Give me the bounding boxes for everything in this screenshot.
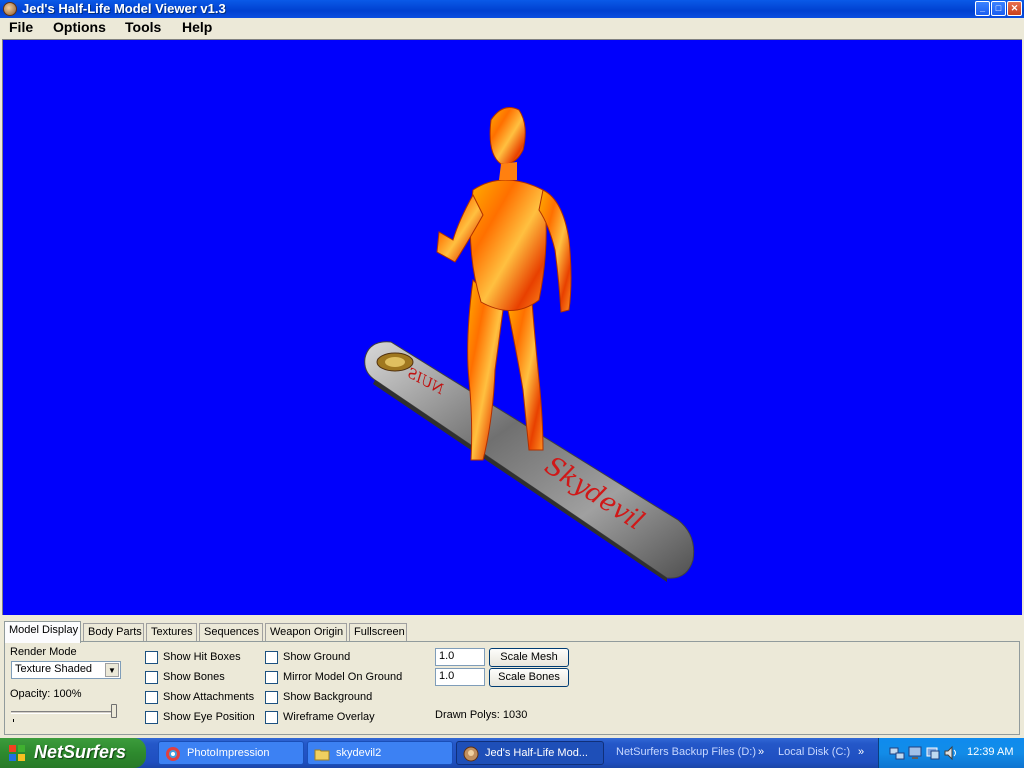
- render-mode-select[interactable]: Texture Shaded ▼: [11, 661, 121, 679]
- network-icon[interactable]: [907, 745, 923, 761]
- tab-model-display[interactable]: Model Display: [4, 621, 81, 643]
- quick-link-backup[interactable]: NetSurfers Backup Files (D:): [616, 746, 756, 758]
- app-window: Jed's Half-Life Model Viewer v1.3 _ □ ✕ …: [0, 0, 1024, 738]
- chevron-down-icon[interactable]: ▼: [105, 663, 119, 677]
- quick-link-local-disk[interactable]: Local Disk (C:): [778, 746, 850, 758]
- wireframe-overlay-label: Wireframe Overlay: [283, 711, 375, 723]
- close-button[interactable]: ✕: [1007, 1, 1022, 16]
- tab-fullscreen[interactable]: Fullscreen: [349, 623, 407, 642]
- show-bones-checkbox[interactable]: [145, 671, 158, 684]
- tab-sequences[interactable]: Sequences: [199, 623, 263, 642]
- scale-bones-button[interactable]: Scale Bones: [489, 668, 569, 687]
- scale-mesh-button[interactable]: Scale Mesh: [489, 648, 569, 667]
- model-render: NUIS Skydevil: [364, 107, 695, 582]
- opacity-label: Opacity: 100%: [10, 688, 82, 700]
- task-photoimpression[interactable]: PhotoImpression: [158, 741, 304, 765]
- show-ground-checkbox[interactable]: [265, 651, 278, 664]
- minimize-button[interactable]: _: [975, 1, 990, 16]
- scale-bones-input[interactable]: 1.0: [435, 668, 485, 686]
- opacity-slider-thumb[interactable]: [111, 704, 117, 718]
- scale-mesh-input[interactable]: 1.0: [435, 648, 485, 666]
- task-label: Jed's Half-Life Mod...: [485, 747, 588, 759]
- title-bar[interactable]: Jed's Half-Life Model Viewer v1.3 _ □ ✕: [0, 0, 1024, 18]
- show-ground-label: Show Ground: [283, 651, 351, 663]
- show-bones-label: Show Bones: [163, 671, 225, 683]
- model-viewport[interactable]: NUIS Skydevil: [2, 39, 1022, 615]
- show-background-label: Show Background: [283, 691, 373, 703]
- task-model-viewer[interactable]: Jed's Half-Life Mod...: [456, 741, 604, 765]
- menu-help[interactable]: Help: [182, 19, 212, 35]
- menu-tools[interactable]: Tools: [125, 19, 161, 35]
- monitor-icon[interactable]: [925, 745, 941, 761]
- photoimpression-icon: [166, 747, 180, 761]
- taskbar: NetSurfers PhotoImpression skydevil2 Jed…: [0, 738, 1024, 768]
- mirror-model-checkbox[interactable]: [265, 671, 278, 684]
- model-display-page: Render Mode Texture Shaded ▼ Opacity: 10…: [4, 641, 1020, 735]
- menu-bar: File Options Tools Help: [0, 18, 1024, 38]
- model-viewer-icon: [463, 746, 479, 762]
- start-button[interactable]: NetSurfers: [0, 738, 146, 768]
- tab-weapon-origin[interactable]: Weapon Origin: [265, 623, 347, 642]
- show-attachments-label: Show Attachments: [163, 691, 255, 703]
- show-background-checkbox[interactable]: [265, 691, 278, 704]
- start-label: NetSurfers: [34, 742, 127, 762]
- opacity-slider-track[interactable]: [11, 711, 117, 714]
- control-panel: Model Display Body Parts Textures Sequen…: [0, 617, 1024, 738]
- folder-icon: [314, 749, 330, 761]
- mirror-model-label: Mirror Model On Ground: [283, 671, 403, 683]
- show-attachments-checkbox[interactable]: [145, 691, 158, 704]
- windows-flag-icon: [9, 745, 25, 761]
- show-hit-boxes-label: Show Hit Boxes: [163, 651, 241, 663]
- app-icon[interactable]: [3, 2, 17, 16]
- show-eye-position-checkbox[interactable]: [145, 711, 158, 724]
- network-icon[interactable]: [889, 745, 905, 761]
- render-mode-value: Texture Shaded: [15, 663, 93, 675]
- task-label: PhotoImpression: [187, 747, 270, 759]
- drawn-polys-readout: Drawn Polys: 1030: [435, 709, 528, 721]
- clock: 12:39 AM: [967, 746, 1014, 758]
- menu-options[interactable]: Options: [53, 19, 106, 35]
- task-skydevil2[interactable]: skydevil2: [307, 741, 453, 765]
- window-title: Jed's Half-Life Model Viewer v1.3: [22, 1, 226, 16]
- tab-textures[interactable]: Textures: [146, 623, 197, 642]
- chevron-right-icon[interactable]: »: [758, 746, 764, 758]
- wireframe-overlay-checkbox[interactable]: [265, 711, 278, 724]
- speaker-icon[interactable]: [943, 745, 959, 761]
- render-mode-label: Render Mode: [10, 646, 77, 658]
- system-tray: 12:39 AM: [878, 738, 1024, 768]
- maximize-button[interactable]: □: [991, 1, 1006, 16]
- menu-file[interactable]: File: [9, 19, 33, 35]
- tab-body-parts[interactable]: Body Parts: [83, 623, 144, 642]
- show-hit-boxes-checkbox[interactable]: [145, 651, 158, 664]
- show-eye-position-label: Show Eye Position: [163, 711, 255, 723]
- slider-tick: [13, 719, 14, 722]
- chevron-right-icon[interactable]: »: [858, 746, 864, 758]
- task-label: skydevil2: [336, 747, 382, 759]
